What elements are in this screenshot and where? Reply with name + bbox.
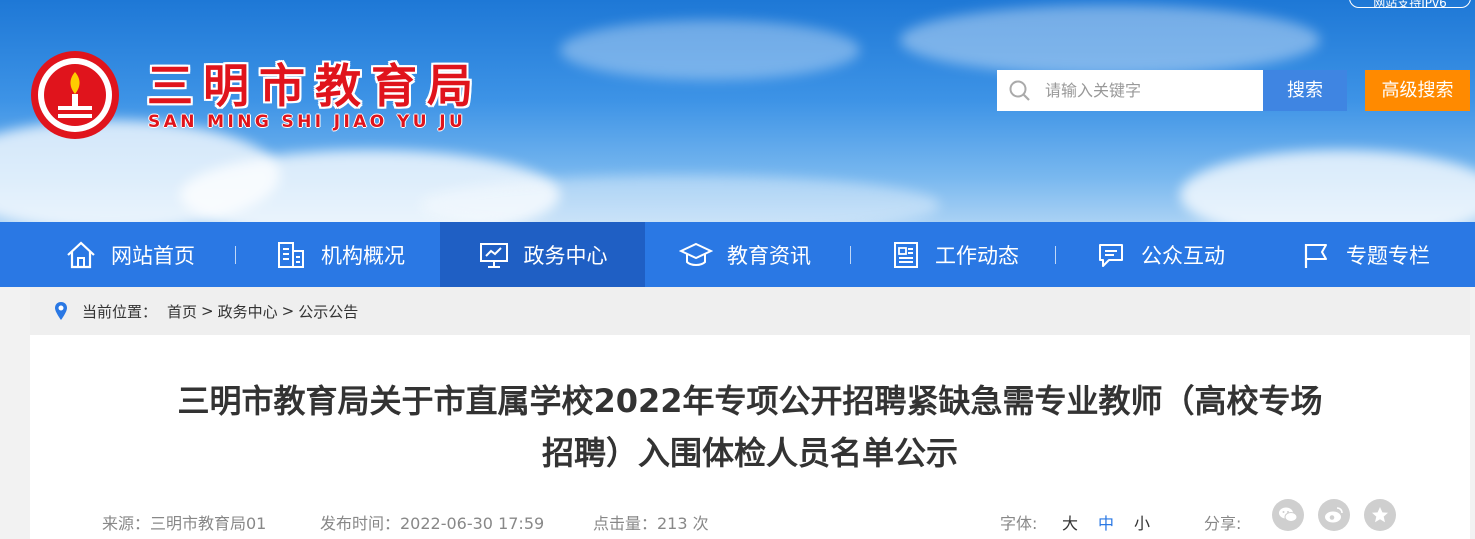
location-pin-icon <box>55 302 67 320</box>
article-clicks: 点击量：213 次 <box>593 514 709 533</box>
share-wechat-button[interactable] <box>1272 499 1304 531</box>
flag-icon <box>1304 243 1327 268</box>
article-title-line: 三明市教育局关于市直属学校2022年专项公开招聘紧缺急需专业教师（高校专场 <box>177 382 1323 420</box>
breadcrumb-home[interactable]: 首页 <box>167 301 197 322</box>
article-source: 来源：三明市教育局01 <box>102 514 267 533</box>
share-label: 分享: <box>1204 514 1242 533</box>
building-icon <box>278 241 304 268</box>
font-size-small[interactable]: 小 <box>1134 510 1150 534</box>
presentation-icon <box>479 242 508 268</box>
breadcrumb: 当前位置： 首页 > 政务中心 > 公示公告 <box>30 287 1470 335</box>
breadcrumb-prefix: 当前位置： <box>82 302 158 321</box>
nav-item-government[interactable]: 政务中心 <box>440 222 645 287</box>
breadcrumb-government[interactable]: 政务中心 <box>218 301 278 322</box>
header-banner: 网站支持IPv6 三明市教育局 SAN MING SHI JIAO YU JU … <box>0 0 1475 222</box>
home-icon <box>67 241 95 268</box>
article-title: 三明市教育局关于市直属学校2022年专项公开招聘紧缺急需专业教师（高校专场 招聘… <box>90 375 1410 479</box>
weibo-icon <box>1325 507 1343 523</box>
nav-divider <box>235 246 236 264</box>
nav-item-organization[interactable]: 机构概况 <box>240 222 440 287</box>
site-name[interactable]: 三明市教育局 <box>147 50 483 116</box>
nav-item-label: 网站首页 <box>111 243 195 268</box>
font-size-large[interactable]: 大 <box>1062 510 1078 534</box>
font-size-label: 字体: <box>1000 514 1038 533</box>
site-pinyin: SAN MING SHI JIAO YU JU <box>148 112 467 132</box>
cloud <box>900 5 1320 75</box>
nav-item-label: 政务中心 <box>523 243 608 268</box>
nav-item-label: 工作动态 <box>935 243 1019 268</box>
share-favorite-button[interactable] <box>1364 499 1396 531</box>
search-icon <box>1009 80 1030 101</box>
article-title-line: 招聘）入围体检人员名单公示 <box>541 434 958 472</box>
article-container: 三明市教育局关于市直属学校2022年专项公开招聘紧缺急需专业教师（高校专场 招聘… <box>30 335 1470 539</box>
nav-item-work-updates[interactable]: 工作动态 <box>855 222 1055 287</box>
wechat-icon <box>1279 507 1298 522</box>
cloud <box>1180 150 1475 222</box>
breadcrumb-separator: > <box>201 302 214 320</box>
nav-item-special-topics[interactable]: 专题专栏 <box>1265 222 1465 287</box>
breadcrumb-separator: > <box>281 302 295 320</box>
search-button[interactable]: 搜索 <box>1263 70 1347 111</box>
breadcrumb-announcements[interactable]: 公示公告 <box>298 301 358 322</box>
article-publish-time: 发布时间：2022-06-30 17:59 <box>320 514 545 533</box>
font-size-medium[interactable]: 中 <box>1098 510 1114 534</box>
nav-item-label: 公众互动 <box>1141 243 1225 268</box>
search-box[interactable] <box>997 70 1263 111</box>
nav-divider <box>1055 246 1056 264</box>
nav-item-education-news[interactable]: 教育资讯 <box>645 222 845 287</box>
star-icon <box>1372 507 1388 523</box>
cloud <box>560 20 860 80</box>
bureau-logo[interactable] <box>30 50 120 140</box>
advanced-search-button[interactable]: 高级搜索 <box>1365 70 1470 111</box>
nav-item-label: 机构概况 <box>321 243 405 268</box>
nav-item-label: 专题专栏 <box>1346 243 1430 268</box>
graduation-cap-icon <box>679 242 713 266</box>
document-icon <box>894 241 918 268</box>
chat-icon <box>1099 243 1123 267</box>
nav-item-public-interaction[interactable]: 公众互动 <box>1060 222 1260 287</box>
nav-divider <box>850 246 851 264</box>
nav-item-label: 教育资讯 <box>727 243 811 268</box>
nav-item-home[interactable]: 网站首页 <box>30 222 230 287</box>
main-nav: 网站首页 机构概况 政务中心 教育资讯 工作动态 公众互动 专题专栏 <box>0 222 1475 287</box>
share-weibo-button[interactable] <box>1318 499 1350 531</box>
search-input[interactable] <box>1045 70 1255 111</box>
ipv6-badge[interactable]: 网站支持IPv6 <box>1349 0 1471 8</box>
